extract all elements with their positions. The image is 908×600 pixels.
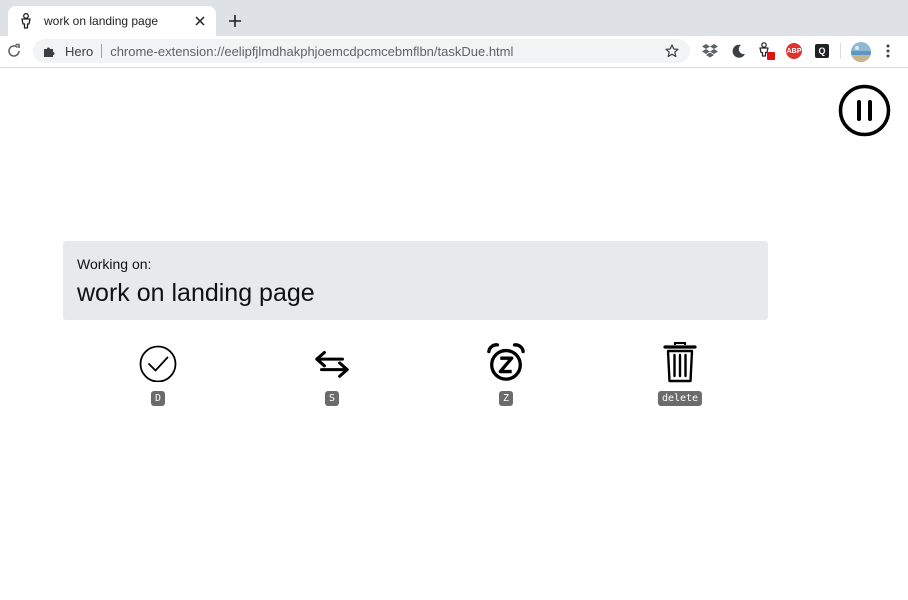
moon-icon[interactable]	[729, 42, 747, 60]
bookmark-star-icon[interactable]	[664, 43, 680, 59]
address-bar[interactable]: Hero chrome-extension://eelipfjlmdhakphj…	[33, 39, 690, 63]
pause-icon	[838, 84, 891, 137]
q-label: Q	[815, 44, 829, 58]
tab-title: work on landing page	[44, 14, 159, 28]
shortcut-key-s: S	[324, 391, 340, 406]
close-tab-icon[interactable]	[192, 13, 208, 29]
profile-avatar[interactable]	[851, 42, 871, 62]
browser-menu-icon[interactable]	[880, 42, 896, 60]
working-on-label: Working on:	[77, 256, 152, 272]
reload-icon[interactable]	[6, 43, 22, 59]
trash-icon	[660, 340, 700, 384]
address-url[interactable]: chrome-extension://eelipfjlmdhakphjoemcd…	[110, 44, 664, 59]
alarm-snooze-icon	[486, 340, 526, 384]
check-circle-icon	[138, 340, 178, 384]
shortcut-key-delete: delete	[657, 391, 703, 406]
delete-button[interactable]: delete	[640, 340, 720, 410]
address-separator	[101, 44, 103, 58]
address-origin: Hero	[65, 43, 94, 59]
extension-puzzle-icon	[43, 44, 57, 58]
switch-task-button[interactable]: S	[292, 340, 372, 410]
q-extension-icon[interactable]: Q	[813, 42, 831, 60]
pause-button[interactable]	[838, 84, 891, 137]
hero-extension-icon[interactable]	[757, 42, 775, 60]
new-tab-icon[interactable]	[226, 12, 244, 30]
task-title: work on landing page	[77, 279, 315, 307]
current-task-card: Working on: work on landing page	[63, 241, 768, 320]
snooze-button[interactable]: Z	[466, 340, 546, 410]
swap-arrows-icon	[312, 340, 352, 384]
toolbar-divider	[840, 43, 841, 59]
shortcut-key-d: D	[150, 391, 166, 406]
dropbox-icon[interactable]	[701, 42, 719, 60]
hero-favicon-icon	[18, 13, 34, 29]
adblock-plus-icon[interactable]: ABP	[785, 42, 803, 60]
active-tab[interactable]: work on landing page	[8, 6, 216, 36]
abp-label: ABP	[786, 43, 802, 59]
done-button[interactable]: D	[118, 340, 198, 410]
tab-strip: work on landing page	[0, 0, 908, 36]
shortcut-key-z: Z	[498, 391, 514, 406]
